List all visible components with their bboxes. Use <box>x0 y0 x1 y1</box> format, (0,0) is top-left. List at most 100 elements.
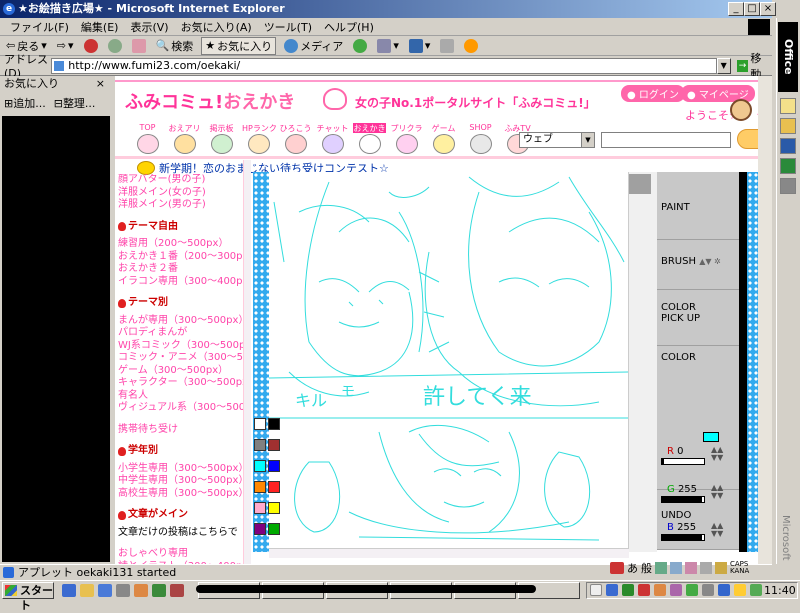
tray-app-icon[interactable] <box>654 584 666 596</box>
quicklaunch-desktop-icon[interactable] <box>98 584 112 597</box>
category-link[interactable]: WJ系コミック（300〜500px） <box>118 340 243 353</box>
messenger-button[interactable] <box>462 38 480 53</box>
menu-tools[interactable]: ツール(T) <box>258 19 318 35</box>
office-word-icon[interactable] <box>780 138 796 154</box>
tray-app5-icon[interactable] <box>718 584 730 596</box>
category-link[interactable]: 中学生専用（300〜500px） <box>118 475 243 488</box>
category-link[interactable]: 高校生専用（300〜500px） <box>118 488 243 501</box>
category-link[interactable]: イラコン専用（300〜400px） <box>118 276 243 289</box>
category-link[interactable]: 洋服メイン(男の子) <box>118 199 243 212</box>
nav-item-9[interactable]: SHOP <box>464 123 497 154</box>
quicklaunch-app-icon[interactable] <box>134 584 148 597</box>
nav-item-8[interactable]: ゲーム <box>427 123 460 154</box>
menu-favorites[interactable]: お気に入り(A) <box>175 19 258 35</box>
office-folder-icon[interactable] <box>780 98 796 114</box>
color-swatch[interactable] <box>268 460 280 472</box>
add-favorite-button[interactable]: ⊞追加... <box>4 95 46 111</box>
quicklaunch-app3-icon[interactable] <box>170 584 184 597</box>
maximize-button[interactable]: □ <box>744 2 760 16</box>
tray-network-icon[interactable] <box>606 584 618 596</box>
green-spinner-icon[interactable]: ▲▲ ▼▼ <box>711 484 723 500</box>
category-link[interactable]: ヴィジュアル系（300〜500px） <box>118 402 243 415</box>
taskbar-clock[interactable]: 11:40 <box>764 584 796 597</box>
brush-tool-button[interactable]: BRUSH ▲▼ ✲ <box>657 240 739 290</box>
address-dropdown-button[interactable]: ▼ <box>716 57 731 74</box>
nav-item-7[interactable]: プリクラ <box>390 123 423 154</box>
quicklaunch-explorer-icon[interactable] <box>80 584 94 597</box>
red-spinner-icon[interactable]: ▲▲ ▼▼ <box>711 446 723 462</box>
tray-update-icon[interactable] <box>622 584 634 596</box>
color-swatch[interactable] <box>268 481 280 493</box>
mail-button[interactable]: ▾ <box>375 38 401 53</box>
category-link[interactable]: コミック・アニメ（300〜500px） <box>118 352 243 365</box>
color-swatch[interactable] <box>268 439 280 451</box>
site-logo[interactable]: ふみコミュ!おえかき <box>125 88 295 114</box>
color-pickup-tool-button[interactable]: COLOR PICK UP <box>657 290 739 346</box>
office-bar-title[interactable]: Office <box>778 22 798 92</box>
nav-item-4[interactable]: ひろこう <box>279 123 312 154</box>
ime-help-icon[interactable] <box>715 562 727 574</box>
drawing-canvas[interactable]: キル モ 許してく来 <box>269 172 629 548</box>
quicklaunch-ie-icon[interactable] <box>62 584 76 597</box>
canvas-horizontal-scrollbar[interactable] <box>269 548 629 558</box>
quicklaunch-app2-icon[interactable] <box>152 584 166 597</box>
tray-vs-icon[interactable] <box>590 584 602 596</box>
category-link[interactable]: まんが専用（300〜500px） <box>118 315 243 328</box>
color-swatch[interactable] <box>254 439 266 451</box>
menu-help[interactable]: ヘルプ(H) <box>318 19 380 35</box>
office-notes-icon[interactable] <box>780 118 796 134</box>
nav-item-2[interactable]: 掲示板 <box>205 123 238 154</box>
color-swatch[interactable] <box>254 481 266 493</box>
ime-mode[interactable]: あ <box>627 560 638 576</box>
brush-size-swatch[interactable] <box>629 174 651 194</box>
nav-item-6[interactable]: おえかき <box>353 123 386 154</box>
ime-input-mode[interactable]: 般 <box>641 560 652 576</box>
forward-button[interactable]: ⇨ ▾ <box>55 39 76 52</box>
window-title-bar[interactable]: e ★お絵描き広場★ - Microsoft Internet Explorer <box>0 0 772 18</box>
blue-spinner-icon[interactable]: ▲▲ ▼▼ <box>711 522 723 538</box>
color-swatch[interactable] <box>268 418 280 430</box>
site-search-input[interactable] <box>601 132 731 148</box>
tray-volume-icon[interactable] <box>750 584 762 596</box>
stop-button[interactable] <box>82 38 100 53</box>
nav-item-0[interactable]: TOP <box>131 123 164 154</box>
color-swatch[interactable] <box>268 523 280 535</box>
category-link[interactable]: おえかき１番（200〜300px） <box>118 251 243 264</box>
history-button[interactable] <box>351 38 369 53</box>
ime-dictionary-icon[interactable] <box>670 562 682 574</box>
menu-file[interactable]: ファイル(F) <box>4 19 75 35</box>
start-button[interactable]: スタート <box>2 582 54 612</box>
category-link[interactable]: パロディまんが <box>118 327 243 340</box>
green-slider[interactable] <box>661 496 705 503</box>
category-link[interactable]: 顔アバター(男の子) <box>118 174 243 187</box>
media-button[interactable]: メディア <box>282 38 345 54</box>
search-button[interactable]: 🔍 検索 <box>154 38 196 54</box>
category-link[interactable]: 洋服メイン(女の子) <box>118 187 243 200</box>
ime-icon[interactable] <box>610 562 624 574</box>
user-avatar[interactable] <box>730 99 752 121</box>
ime-pad-icon[interactable] <box>655 562 667 574</box>
category-link[interactable]: 小学生専用（300〜500px） <box>118 463 243 476</box>
organize-favorites-button[interactable]: ⊟整理... <box>54 95 96 111</box>
red-slider[interactable] <box>661 458 705 465</box>
home-button[interactable] <box>130 38 148 53</box>
ime-settings-icon[interactable] <box>700 562 712 574</box>
tray-app4-icon[interactable] <box>702 584 714 596</box>
color-swatch[interactable] <box>254 460 266 472</box>
menu-edit[interactable]: 編集(E) <box>75 19 125 35</box>
color-swatch[interactable] <box>254 523 266 535</box>
blue-slider[interactable] <box>661 534 705 541</box>
nav-item-5[interactable]: チャット <box>316 123 349 154</box>
category-link[interactable]: おしゃべり専用 <box>118 548 243 561</box>
category-link[interactable]: ゲーム（300〜500px） <box>118 365 243 378</box>
edit-button[interactable]: ▾ <box>407 38 433 53</box>
category-link[interactable]: 携帯待ち受け <box>118 424 243 437</box>
address-input[interactable]: http://www.fumi23.com/oekaki/ <box>51 57 717 74</box>
favorites-pane-close-button[interactable]: × <box>96 76 105 92</box>
favorites-button[interactable]: ★ お気に入り <box>201 36 277 55</box>
tray-ad-icon[interactable] <box>638 584 650 596</box>
menu-view[interactable]: 表示(V) <box>124 19 174 35</box>
tray-app6-icon[interactable] <box>734 584 746 596</box>
ime-tool-icon[interactable] <box>685 562 697 574</box>
color-swatch[interactable] <box>254 502 266 514</box>
